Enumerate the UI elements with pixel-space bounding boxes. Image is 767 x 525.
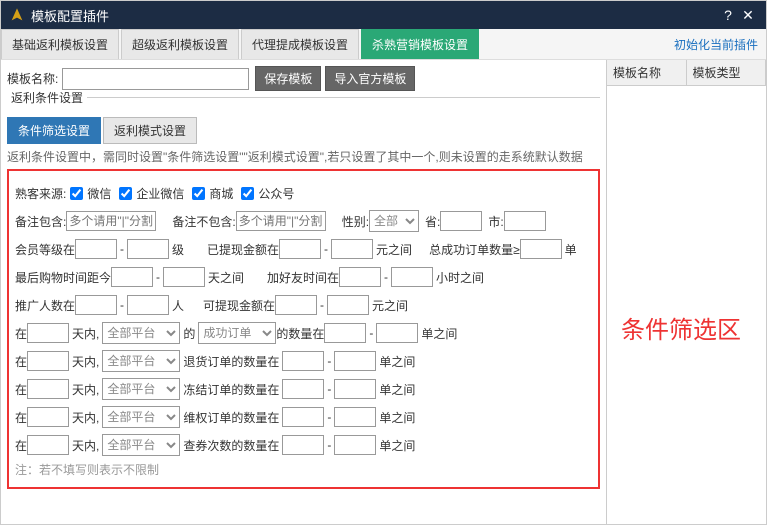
side-list [607, 86, 766, 524]
side-panel: 模板名称 模板类型 条件筛选区 [606, 60, 766, 524]
in-label-2: 在 [15, 353, 27, 370]
frozen-to[interactable] [334, 379, 376, 399]
dispute-from[interactable] [282, 407, 324, 427]
template-name-label: 模板名称: [7, 70, 58, 87]
cb-enterprise-wechat[interactable] [119, 187, 132, 200]
gender-select[interactable]: 全部 [369, 210, 419, 232]
remark-exclude-label: 备注不包含: [172, 213, 235, 230]
tab-super-rebate[interactable]: 超级返利模板设置 [121, 29, 239, 59]
days-input-4[interactable] [27, 407, 69, 427]
wcash-from-input[interactable] [275, 295, 317, 315]
coupon-query-label: 查券次数的数量在 [183, 437, 279, 454]
lastshop-to-input[interactable] [163, 267, 205, 287]
withdrawn-to-input[interactable] [331, 239, 373, 259]
member-level-label: 会员等级在 [15, 241, 75, 258]
total-orders-label: 总成功订单数量≥ [429, 241, 520, 258]
friend-from-input[interactable] [339, 267, 381, 287]
province-input[interactable] [440, 211, 482, 231]
in-label-4: 在 [15, 409, 27, 426]
annotation-label: 条件筛选区 [621, 310, 741, 345]
hint-text: 返利条件设置中，需同时设置"条件筛选设置""返利模式设置",若只设置了其中一个,… [7, 148, 600, 165]
gender-label: 性别: [342, 213, 369, 230]
in-label-1: 在 [15, 325, 27, 342]
tab-agent-commission[interactable]: 代理提成模板设置 [241, 29, 359, 59]
remark-include-input[interactable] [66, 211, 156, 231]
friend-time-label: 加好友时间在 [267, 269, 339, 286]
coupon-to[interactable] [334, 435, 376, 455]
withdrawn-from-input[interactable] [279, 239, 321, 259]
city-label: 市: [488, 213, 503, 230]
cb-official-account-label: 公众号 [258, 185, 294, 202]
subtab-mode[interactable]: 返利模式设置 [103, 117, 197, 144]
total-orders-input[interactable] [520, 239, 562, 259]
prom-from-input[interactable] [75, 295, 117, 315]
withdrawn-label: 已提现金额在 [207, 241, 279, 258]
return-orders-label: 退货订单的数量在 [183, 353, 279, 370]
cb-enterprise-wechat-label: 企业微信 [136, 185, 184, 202]
tab-kill-marketing[interactable]: 杀熟营销模板设置 [361, 29, 479, 59]
days-input-5[interactable] [27, 435, 69, 455]
init-plugin-link[interactable]: 初始化当前插件 [666, 36, 766, 53]
promoter-count-label: 推广人数在 [15, 297, 75, 314]
city-input[interactable] [504, 211, 546, 231]
level-to-input[interactable] [127, 239, 169, 259]
remark-exclude-input[interactable] [236, 211, 326, 231]
in-label-5: 在 [15, 437, 27, 454]
friend-to-input[interactable] [391, 267, 433, 287]
days-input-2[interactable] [27, 351, 69, 371]
main-panel: 模板名称: 保存模板 导入官方模板 条件筛选设置 返利模式设置 返利条件设置中，… [1, 60, 606, 524]
withdrawable-label: 可提现金额在 [203, 297, 275, 314]
source-label: 熟客来源: [15, 185, 66, 202]
window-title: 模板配置插件 [31, 6, 718, 25]
template-name-input[interactable] [62, 68, 249, 90]
import-template-button[interactable]: 导入官方模板 [325, 66, 415, 91]
cb-mall[interactable] [192, 187, 205, 200]
side-col-name: 模板名称 [607, 60, 687, 85]
cb-wechat[interactable] [70, 187, 83, 200]
app-logo-icon [9, 7, 25, 23]
filter-area: 熟客来源: 微信 企业微信 商城 公众号 备注包含: 备注不包含: 性别: [7, 169, 600, 489]
level-from-input[interactable] [75, 239, 117, 259]
dispute-orders-label: 维权订单的数量在 [183, 409, 279, 426]
platform-select-4[interactable]: 全部平台 [102, 406, 180, 428]
qty-to-1[interactable] [376, 323, 418, 343]
close-button[interactable]: ✕ [738, 7, 758, 24]
frozen-from[interactable] [282, 379, 324, 399]
frozen-orders-label: 冻结订单的数量在 [183, 381, 279, 398]
platform-select-2[interactable]: 全部平台 [102, 350, 180, 372]
save-template-button[interactable]: 保存模板 [255, 66, 321, 91]
titlebar: 模板配置插件 ? ✕ [1, 1, 766, 29]
last-shop-label: 最后购物时间距今 [15, 269, 111, 286]
cb-mall-label: 商城 [209, 185, 233, 202]
order-type-select[interactable]: 成功订单 [198, 322, 276, 344]
qty-label-1: 的数量在 [276, 325, 324, 342]
subtab-filter[interactable]: 条件筛选设置 [7, 117, 101, 144]
dispute-to[interactable] [334, 407, 376, 427]
help-button[interactable]: ? [718, 7, 738, 23]
platform-select-3[interactable]: 全部平台 [102, 378, 180, 400]
cb-wechat-label: 微信 [87, 185, 111, 202]
days-input-3[interactable] [27, 379, 69, 399]
note-text: 注：若不填写则表示不限制 [15, 461, 592, 478]
qty-from-1[interactable] [324, 323, 366, 343]
lastshop-from-input[interactable] [111, 267, 153, 287]
remark-include-label: 备注包含: [15, 213, 66, 230]
wcash-to-input[interactable] [327, 295, 369, 315]
platform-select-5[interactable]: 全部平台 [102, 434, 180, 456]
coupon-from[interactable] [282, 435, 324, 455]
return-from[interactable] [282, 351, 324, 371]
in-label-3: 在 [15, 381, 27, 398]
rebate-condition-fieldset: 条件筛选设置 返利模式设置 返利条件设置中，需同时设置"条件筛选设置""返利模式… [7, 97, 600, 489]
cb-official-account[interactable] [241, 187, 254, 200]
prom-to-input[interactable] [127, 295, 169, 315]
tab-basic-rebate[interactable]: 基础返利模板设置 [1, 29, 119, 59]
side-col-type: 模板类型 [687, 60, 767, 85]
top-tabs: 基础返利模板设置 超级返利模板设置 代理提成模板设置 杀熟营销模板设置 初始化当… [1, 29, 766, 60]
days-input-1[interactable] [27, 323, 69, 343]
province-label: 省: [425, 213, 440, 230]
platform-select-1[interactable]: 全部平台 [102, 322, 180, 344]
return-to[interactable] [334, 351, 376, 371]
